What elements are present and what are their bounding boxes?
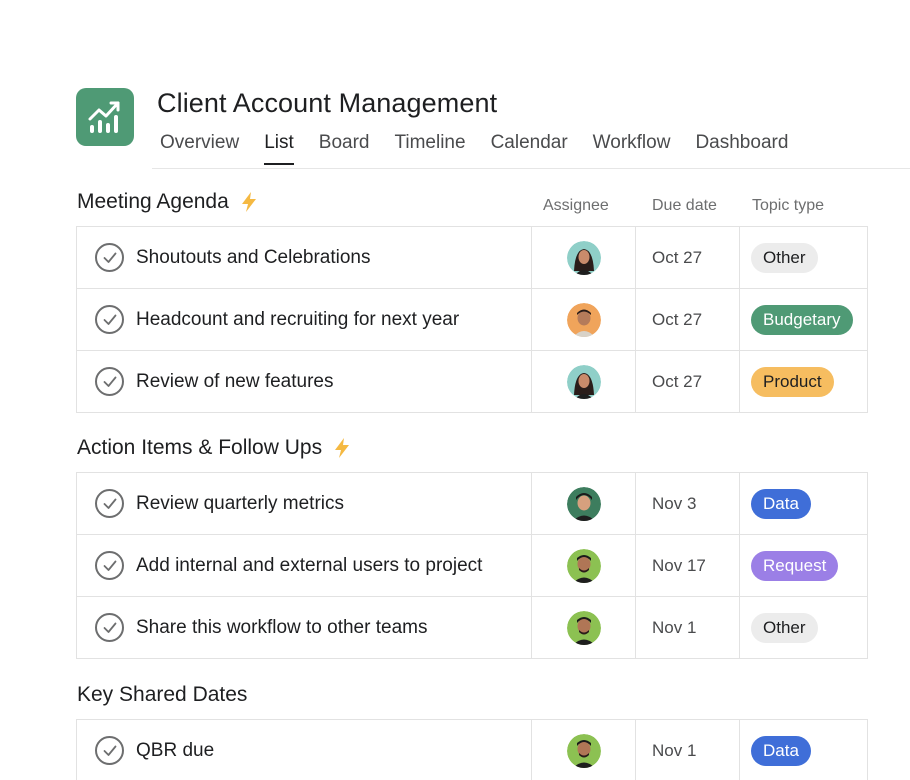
- task-row[interactable]: QBR due Nov 1 Data: [77, 720, 867, 780]
- avatar-man-green[interactable]: [566, 486, 601, 521]
- due-date[interactable]: Oct 27: [636, 289, 740, 350]
- task-name[interactable]: Shoutouts and Celebrations: [136, 247, 371, 269]
- project-title: Client Account Management: [157, 88, 498, 118]
- task-row[interactable]: Headcount and recruiting for next year O…: [77, 289, 867, 351]
- task-cell: Add internal and external users to proje…: [77, 535, 532, 596]
- tab-board[interactable]: Board: [319, 132, 370, 162]
- lightning-icon: [335, 438, 350, 458]
- avatar-man-lime[interactable]: [566, 733, 601, 768]
- column-header-assignee[interactable]: Assignee: [543, 197, 609, 215]
- trending-chart-icon: [88, 101, 120, 133]
- task-cell: Shoutouts and Celebrations: [77, 227, 532, 288]
- task-table-meeting-agenda: Shoutouts and Celebrations Oct 27 Other …: [76, 226, 868, 413]
- complete-check-icon[interactable]: [95, 367, 124, 396]
- complete-check-icon[interactable]: [95, 736, 124, 765]
- topic-tag[interactable]: Product: [751, 366, 834, 397]
- topic-cell[interactable]: Product: [740, 351, 867, 412]
- assignee-cell[interactable]: [532, 289, 636, 350]
- tab-timeline[interactable]: Timeline: [394, 132, 465, 162]
- assignee-cell[interactable]: [532, 535, 636, 596]
- topic-cell[interactable]: Request: [740, 535, 867, 596]
- section-header-action-items[interactable]: Action Items & Follow Ups: [77, 436, 352, 460]
- section-header-meeting-agenda[interactable]: Meeting Agenda: [77, 190, 259, 214]
- tab-overview[interactable]: Overview: [160, 132, 239, 162]
- task-cell: Review quarterly metrics: [77, 473, 532, 534]
- topic-tag[interactable]: Request: [751, 550, 839, 581]
- section-title: Key Shared Dates: [77, 683, 248, 706]
- complete-check-icon[interactable]: [95, 551, 124, 580]
- topic-cell[interactable]: Data: [740, 720, 867, 780]
- topic-cell[interactable]: Data: [740, 473, 867, 534]
- avatar-man-lime[interactable]: [566, 610, 601, 645]
- assignee-cell[interactable]: [532, 720, 636, 780]
- task-cell: Review of new features: [77, 351, 532, 412]
- assignee-cell[interactable]: [532, 351, 636, 412]
- task-row[interactable]: Add internal and external users to proje…: [77, 535, 867, 597]
- avatar-woman-teal[interactable]: [566, 364, 601, 399]
- column-header-due-date[interactable]: Due date: [652, 197, 717, 215]
- section-title: Meeting Agenda: [77, 190, 229, 213]
- due-date[interactable]: Oct 27: [636, 351, 740, 412]
- view-tabs: Overview List Board Timeline Calendar Wo…: [160, 132, 813, 165]
- tab-dashboard[interactable]: Dashboard: [695, 132, 788, 162]
- task-name[interactable]: Share this workflow to other teams: [136, 617, 427, 639]
- task-name[interactable]: Review quarterly metrics: [136, 493, 344, 515]
- task-name[interactable]: Add internal and external users to proje…: [136, 555, 482, 577]
- task-table-key-shared-dates: QBR due Nov 1 Data: [76, 719, 868, 780]
- complete-check-icon[interactable]: [95, 305, 124, 334]
- tab-workflow[interactable]: Workflow: [593, 132, 671, 162]
- task-name[interactable]: QBR due: [136, 740, 214, 762]
- topic-cell[interactable]: Other: [740, 597, 867, 658]
- task-name[interactable]: Headcount and recruiting for next year: [136, 309, 459, 331]
- due-date[interactable]: Nov 17: [636, 535, 740, 596]
- complete-check-icon[interactable]: [95, 613, 124, 642]
- project-icon: [76, 88, 134, 146]
- avatar-woman-teal[interactable]: [566, 240, 601, 275]
- topic-tag[interactable]: Other: [751, 242, 818, 273]
- section-header-key-shared-dates[interactable]: Key Shared Dates: [77, 683, 247, 707]
- column-header-topic-type[interactable]: Topic type: [752, 197, 824, 215]
- topic-tag[interactable]: Data: [751, 735, 811, 766]
- lightning-icon: [241, 192, 256, 212]
- task-row[interactable]: Shoutouts and Celebrations Oct 27 Other: [77, 227, 867, 289]
- topic-cell[interactable]: Budgetary: [740, 289, 867, 350]
- task-table-action-items: Review quarterly metrics Nov 3 Data Add …: [76, 472, 868, 659]
- topic-tag[interactable]: Budgetary: [751, 304, 853, 335]
- due-date[interactable]: Nov 1: [636, 597, 740, 658]
- task-row[interactable]: Share this workflow to other teams Nov 1…: [77, 597, 867, 659]
- task-row[interactable]: Review quarterly metrics Nov 3 Data: [77, 473, 867, 535]
- task-cell: Share this workflow to other teams: [77, 597, 532, 658]
- tab-list[interactable]: List: [264, 132, 294, 165]
- task-name[interactable]: Review of new features: [136, 371, 334, 393]
- assignee-cell[interactable]: [532, 473, 636, 534]
- complete-check-icon[interactable]: [95, 489, 124, 518]
- tabs-divider: [152, 168, 910, 169]
- section-title: Action Items & Follow Ups: [77, 436, 323, 459]
- complete-check-icon[interactable]: [95, 243, 124, 272]
- topic-tag[interactable]: Other: [751, 612, 818, 643]
- task-cell: Headcount and recruiting for next year: [77, 289, 532, 350]
- assignee-cell[interactable]: [532, 597, 636, 658]
- due-date[interactable]: Nov 1: [636, 720, 740, 780]
- avatar-man-orange[interactable]: [566, 302, 601, 337]
- topic-tag[interactable]: Data: [751, 488, 811, 519]
- avatar-man-lime[interactable]: [566, 548, 601, 583]
- task-cell: QBR due: [77, 720, 532, 780]
- assignee-cell[interactable]: [532, 227, 636, 288]
- topic-cell[interactable]: Other: [740, 227, 867, 288]
- tab-calendar[interactable]: Calendar: [491, 132, 568, 162]
- due-date[interactable]: Oct 27: [636, 227, 740, 288]
- task-row[interactable]: Review of new features Oct 27 Product: [77, 351, 867, 413]
- due-date[interactable]: Nov 3: [636, 473, 740, 534]
